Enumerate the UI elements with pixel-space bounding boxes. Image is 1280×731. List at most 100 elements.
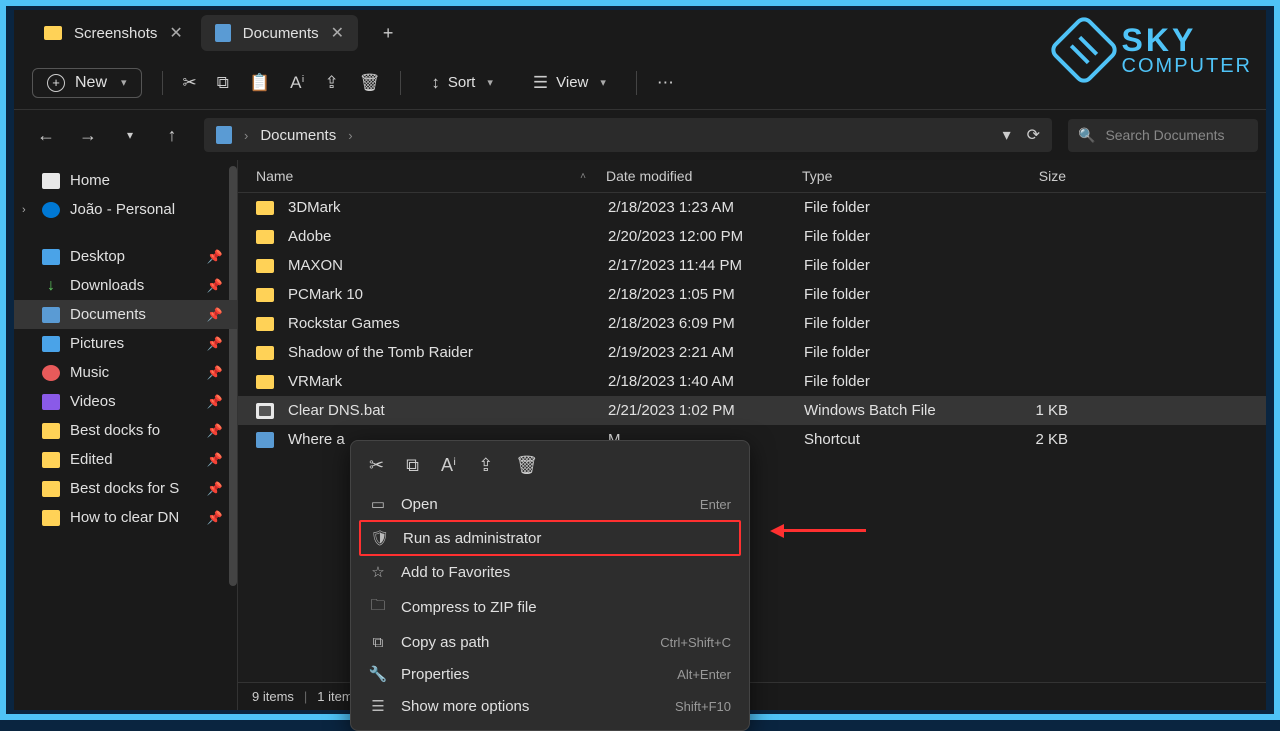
address-bar[interactable]: › Documents › ▾ ⟳ (204, 118, 1052, 152)
sort-button[interactable]: ↕ Sort ▾ (421, 67, 503, 99)
share-icon[interactable]: ⇪ (478, 455, 493, 476)
forward-button[interactable]: → (72, 119, 104, 151)
file-name: VRMark (288, 373, 608, 390)
context-item-add-to-favorites[interactable]: ☆Add to Favorites (359, 556, 741, 588)
sidebar-item-onedrive[interactable]: › João - Personal (14, 195, 237, 224)
context-item-open[interactable]: ▭OpenEnter (359, 488, 741, 520)
download-icon: ↓ (42, 278, 60, 294)
file-size: 2 KB (968, 431, 1068, 448)
sidebar-item-folder[interactable]: Best docks for S📌 (14, 474, 237, 503)
pin-icon: 📌 (207, 278, 223, 294)
rename-icon[interactable]: Aⁱ (290, 73, 304, 93)
sidebar-item-videos[interactable]: Videos📌 (14, 387, 237, 416)
shortcut-icon (256, 432, 274, 448)
folder-icon (44, 26, 62, 40)
sidebar-item-home[interactable]: Home (14, 166, 237, 195)
file-row[interactable]: Adobe2/20/2023 12:00 PMFile folder (238, 222, 1266, 251)
file-type: Shortcut (804, 431, 968, 448)
music-icon (42, 365, 60, 381)
documents-icon (215, 24, 231, 42)
pictures-icon (42, 336, 60, 352)
copy-icon[interactable]: ⧉ (406, 455, 419, 476)
view-button[interactable]: ☰ View ▾ (523, 67, 616, 99)
file-row[interactable]: 3DMark2/18/2023 1:23 AMFile folder (238, 193, 1266, 222)
history-dropdown[interactable]: ▾ (114, 119, 146, 151)
file-date: 2/20/2023 12:00 PM (608, 228, 804, 245)
separator (162, 71, 163, 95)
delete-icon[interactable]: 🗑 (359, 73, 381, 93)
file-row[interactable]: PCMark 102/18/2023 1:05 PMFile folder (238, 280, 1266, 309)
new-button[interactable]: + New ▾ (32, 68, 142, 98)
context-item-label: Show more options (401, 698, 529, 715)
chevron-down-icon[interactable]: ▾ (1003, 125, 1011, 145)
refresh-icon[interactable]: ⟳ (1027, 125, 1040, 145)
close-icon[interactable]: ✕ (169, 23, 182, 43)
column-name[interactable]: Name˄ (256, 168, 606, 184)
cut-icon[interactable]: ✂ (369, 455, 384, 476)
tab-screenshots[interactable]: Screenshots ✕ (30, 15, 197, 51)
column-headers: Name˄ Date modified Type Size (238, 160, 1266, 193)
view-icon: ☰ (533, 73, 548, 93)
chevron-right-icon[interactable]: › (22, 204, 26, 216)
file-row[interactable]: Rockstar Games2/18/2023 6:09 PMFile fold… (238, 309, 1266, 338)
sidebar-item-label: Music (70, 364, 109, 381)
column-size[interactable]: Size (966, 168, 1066, 184)
context-item-icon: 🗀 (369, 595, 387, 620)
chevron-down-icon: ▾ (600, 76, 606, 89)
breadcrumb-current[interactable]: Documents (260, 127, 336, 144)
plus-circle-icon: + (47, 74, 65, 92)
sidebar-item-downloads[interactable]: ↓Downloads📌 (14, 271, 237, 300)
context-item-icon: ⧉ (369, 634, 387, 651)
chevron-down-icon: ▾ (487, 76, 493, 89)
videos-icon (42, 394, 60, 410)
sidebar-item-desktop[interactable]: Desktop📌 (14, 242, 237, 271)
folder-icon (42, 481, 60, 497)
sidebar-item-pictures[interactable]: Pictures📌 (14, 329, 237, 358)
up-button[interactable]: ↑ (156, 119, 188, 151)
documents-icon (42, 307, 60, 323)
back-button[interactable]: ← (30, 119, 62, 151)
sidebar-item-music[interactable]: Music📌 (14, 358, 237, 387)
file-row[interactable]: VRMark2/18/2023 1:40 AMFile folder (238, 367, 1266, 396)
sidebar-item-documents[interactable]: Documents📌 (14, 300, 237, 329)
column-type[interactable]: Type (802, 168, 966, 184)
column-date[interactable]: Date modified (606, 168, 802, 184)
file-row[interactable]: Shadow of the Tomb Raider2/19/2023 2:21 … (238, 338, 1266, 367)
separator (400, 71, 401, 95)
new-tab-button[interactable]: + (374, 19, 402, 47)
pin-icon: 📌 (207, 452, 223, 468)
context-menu: ✂ ⧉ Aⁱ ⇪ 🗑 ▭OpenEnter🛡Run as administrat… (350, 440, 750, 731)
share-icon[interactable]: ⇪ (325, 73, 339, 93)
annotation-arrow (770, 525, 866, 537)
cut-icon[interactable]: ✂ (183, 73, 197, 93)
tab-documents[interactable]: Documents ✕ (201, 15, 358, 51)
file-row[interactable]: MAXON2/17/2023 11:44 PMFile folder (238, 251, 1266, 280)
paste-icon[interactable]: 📋 (249, 73, 270, 93)
copy-icon[interactable]: ⧉ (217, 73, 229, 93)
context-item-show-more-options[interactable]: ☰Show more optionsShift+F10 (359, 690, 741, 722)
more-icon[interactable]: ⋯ (657, 73, 674, 93)
sidebar-item-folder[interactable]: Best docks fo📌 (14, 416, 237, 445)
search-input[interactable]: 🔍 Search Documents (1068, 119, 1258, 152)
context-item-run-as-administrator[interactable]: 🛡Run as administrator (359, 520, 741, 556)
logo-line1: SKY (1122, 24, 1252, 56)
context-item-shortcut: Ctrl+Shift+C (660, 635, 731, 650)
delete-icon[interactable]: 🗑 (515, 455, 538, 476)
file-name: 3DMark (288, 199, 608, 216)
file-type: File folder (804, 228, 968, 245)
context-item-copy-as-path[interactable]: ⧉Copy as pathCtrl+Shift+C (359, 627, 741, 658)
context-item-compress-to-zip-file[interactable]: 🗀Compress to ZIP file (359, 588, 741, 627)
close-icon[interactable]: ✕ (331, 23, 344, 43)
file-type: Windows Batch File (804, 402, 968, 419)
chevron-right-icon: › (348, 128, 352, 143)
file-date: 2/18/2023 1:23 AM (608, 199, 804, 216)
rename-icon[interactable]: Aⁱ (441, 455, 456, 476)
folder-icon (42, 423, 60, 439)
sidebar-item-folder[interactable]: Edited📌 (14, 445, 237, 474)
context-item-icon: ☆ (369, 563, 387, 581)
new-label: New (75, 74, 107, 92)
context-item-properties[interactable]: 🔧PropertiesAlt+Enter (359, 658, 741, 690)
context-item-shortcut: Enter (700, 497, 731, 512)
file-row[interactable]: Clear DNS.bat2/21/2023 1:02 PMWindows Ba… (238, 396, 1266, 425)
sidebar-item-folder[interactable]: How to clear DN📌 (14, 503, 237, 532)
